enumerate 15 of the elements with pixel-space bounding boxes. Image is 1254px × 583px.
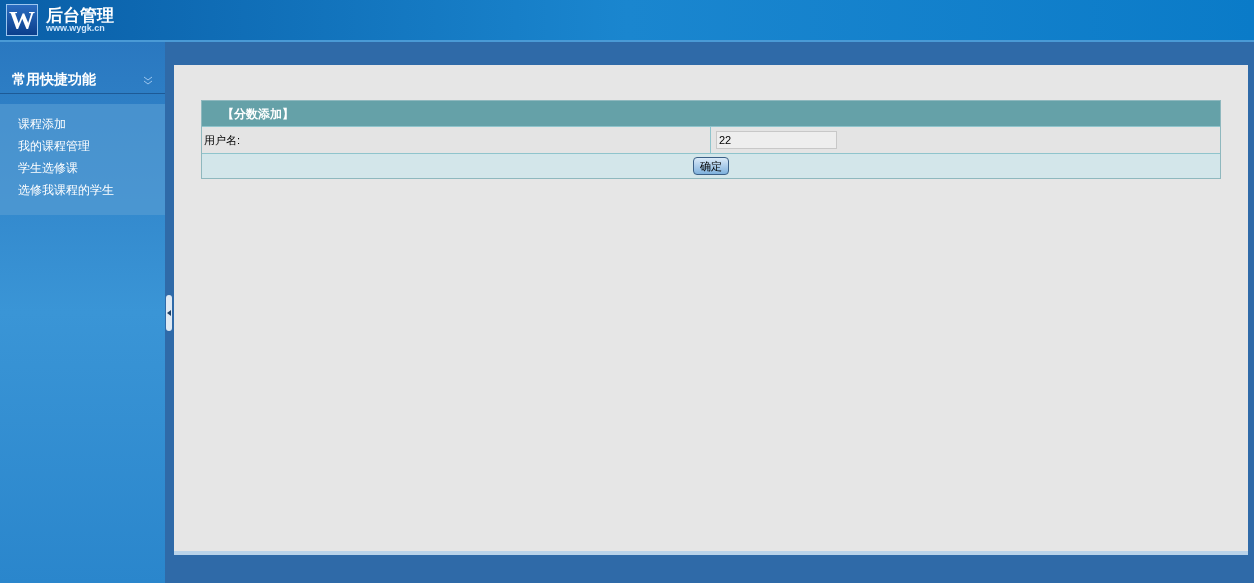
caret-left-icon	[167, 309, 171, 316]
menu-item[interactable]: 课程添加	[18, 116, 147, 133]
sidebar-header[interactable]: 常用快捷功能	[0, 66, 165, 94]
input-field[interactable]: 22	[716, 131, 837, 149]
menu-item[interactable]: 我的课程管理	[18, 138, 147, 155]
logo-icon: W	[6, 4, 38, 36]
submit-button[interactable]: 确定	[693, 157, 729, 175]
menu-item[interactable]: 学生选修课	[18, 160, 147, 177]
app-title: 后台管理	[46, 7, 114, 24]
field-label: 用户名:	[202, 127, 711, 153]
chevron-down-icon	[143, 74, 153, 85]
menu-item[interactable]: 选修我课程的学生	[18, 182, 147, 199]
collapse-handle[interactable]	[166, 294, 172, 331]
form-title: 【分数添加】	[202, 101, 1220, 126]
site-url: www.wygk.cn	[46, 24, 106, 33]
